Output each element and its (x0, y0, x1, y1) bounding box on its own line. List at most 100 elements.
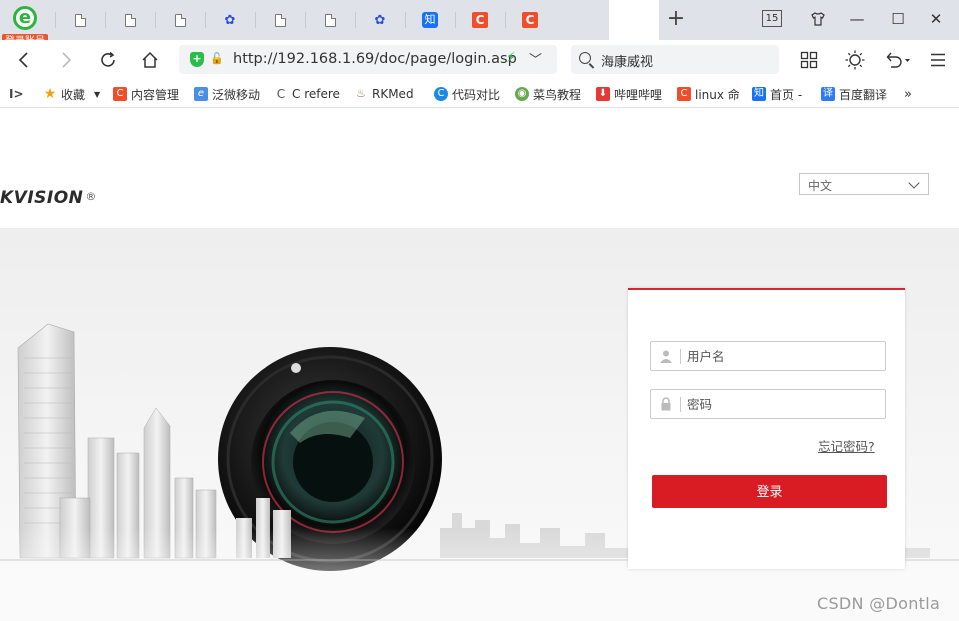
password-field[interactable] (650, 389, 886, 419)
new-tab-button[interactable]: + (664, 8, 688, 32)
search-box[interactable]: 海康威视 (571, 45, 779, 74)
tab-baidu-2[interactable]: ✿ (355, 0, 405, 40)
bookmark-label: C refere (292, 87, 340, 101)
page-icon (124, 13, 136, 27)
firefly-icon: ♨ (356, 87, 366, 100)
username-field[interactable] (650, 341, 886, 371)
page-icon (274, 13, 286, 27)
runoob-icon: ◉ (515, 87, 529, 101)
undo-icon (886, 52, 910, 68)
refresh-icon (101, 51, 115, 67)
tab-blank-4[interactable] (255, 0, 305, 40)
page-icon (74, 13, 86, 27)
baidu-paw-icon: ✿ (224, 12, 236, 28)
registered-mark: ® (85, 190, 97, 203)
sidebar-toggle[interactable]: I> (9, 85, 24, 103)
bookmark-label: 菜鸟教程 (533, 87, 582, 102)
page-header: KVISION ® 中文 (0, 108, 959, 228)
chevron-down-icon (908, 177, 920, 189)
language-select[interactable]: 中文 (799, 173, 929, 195)
tab-blank-5[interactable] (305, 0, 355, 40)
tab-active[interactable] (609, 0, 659, 40)
bookmark-label: 泛微移动 (212, 87, 260, 102)
csdn-icon: C (472, 12, 488, 28)
caret-down-icon: ▼ (94, 89, 101, 99)
lock-icon (661, 397, 671, 411)
username-input[interactable] (687, 346, 877, 366)
field-divider (680, 397, 681, 412)
csdn-icon: C (677, 87, 691, 101)
shirt-icon (811, 12, 825, 26)
url-text[interactable]: http://192.168.1.69/doc/page/login.asp (233, 50, 517, 68)
tab-zhihu[interactable]: 知 (405, 0, 455, 40)
tab-blank-2[interactable] (105, 0, 155, 40)
bookmark-item[interactable]: C 内容管理 (113, 85, 179, 103)
page-icon (174, 13, 186, 27)
password-input[interactable] (687, 394, 877, 414)
tab-blank-1[interactable] (55, 0, 105, 40)
menu-button[interactable] (926, 48, 950, 72)
chevron-down-icon[interactable]: ﹀ (529, 49, 542, 68)
bookmark-item[interactable]: 知 首页 - (752, 85, 810, 103)
download-icon: ⬇ (596, 87, 610, 101)
forgot-password-link[interactable]: 忘记密码? (818, 436, 875, 455)
zhihu-icon: 知 (422, 12, 438, 28)
page-icon (324, 13, 336, 27)
sidebar-toggle-label: I> (9, 87, 24, 101)
bookmark-label: 首页 - (770, 87, 803, 102)
undo-close-button[interactable] (883, 48, 913, 72)
user-icon (660, 350, 672, 363)
star-icon: ★ (43, 86, 57, 102)
search-input[interactable]: 海康威视 (601, 51, 653, 70)
brand-text: KVISION (0, 188, 84, 208)
bookmark-label: 百度翻译 (839, 87, 887, 102)
bookmark-item[interactable]: C linux 命 (677, 85, 739, 103)
refresh-button[interactable] (96, 48, 120, 72)
login-button[interactable]: 登录 (652, 475, 887, 508)
bookmark-label: 代码对比 (452, 87, 500, 102)
minimize-button[interactable]: — (843, 6, 871, 32)
csdn-watermark: CSDN @Dontla (817, 594, 941, 613)
maximize-button[interactable]: ☐ (884, 6, 912, 32)
skin-button[interactable] (804, 6, 832, 32)
tab-csdn-1[interactable]: C (455, 0, 505, 40)
bookmark-label: 内容管理 (131, 87, 179, 102)
translate-icon: 译 (821, 87, 835, 101)
bookmarks-more-button[interactable]: » (904, 85, 912, 103)
bookmark-label: 收藏 (61, 87, 86, 102)
bookmark-item[interactable]: e 泛微移动 (194, 85, 260, 103)
security-shield-icon[interactable]: + (190, 52, 204, 67)
bookmark-item[interactable]: ⬇ 哔哩哔哩 (596, 85, 662, 103)
more-label: » (904, 86, 912, 102)
speed-mode-icon[interactable]: ⚡ (506, 50, 516, 66)
weaver-e-icon: e (194, 87, 208, 101)
sun-icon (845, 50, 865, 70)
tab-csdn-2[interactable]: C (505, 0, 555, 40)
bookmark-item[interactable]: ♨ RKMed (354, 85, 420, 103)
forward-button[interactable] (54, 48, 78, 72)
tab-baidu-1[interactable]: ✿ (205, 0, 255, 40)
bookmark-label: RKMed (372, 87, 414, 101)
bookmark-label: 哔哩哔哩 (614, 87, 662, 102)
apps-button[interactable] (797, 48, 821, 72)
close-window-button[interactable]: ✕ (922, 6, 950, 32)
bookmark-favorites[interactable]: ★ 收藏 ▼ (43, 85, 100, 103)
language-value: 中文 (808, 179, 833, 193)
brightness-button[interactable] (843, 48, 867, 72)
field-divider (680, 349, 681, 364)
back-arrow-icon (18, 52, 28, 68)
home-button[interactable] (138, 48, 162, 72)
bookmark-item[interactable]: C C refere (274, 85, 342, 103)
tab-blank-3[interactable] (155, 0, 205, 40)
bookmark-item[interactable]: C 代码对比 (434, 85, 500, 103)
bookmark-item[interactable]: 译 百度翻译 (821, 85, 887, 103)
insecure-lock-icon[interactable]: 🔓 (210, 52, 224, 65)
browser-e-icon: e (13, 6, 37, 30)
bookmark-label: linux 命 (695, 87, 739, 102)
address-bar[interactable]: + 🔓 http://192.168.1.69/doc/page/login.a… (179, 45, 557, 74)
tab-count-badge[interactable]: 15 (762, 10, 782, 27)
back-button[interactable] (12, 48, 36, 72)
csdn-icon: C (522, 12, 538, 28)
bookmark-item[interactable]: ◉ 菜鸟教程 (515, 85, 581, 103)
page-content: KVISION ® 中文 用户名 忘记密码? 登录 CSDN @Dontla (0, 108, 959, 621)
